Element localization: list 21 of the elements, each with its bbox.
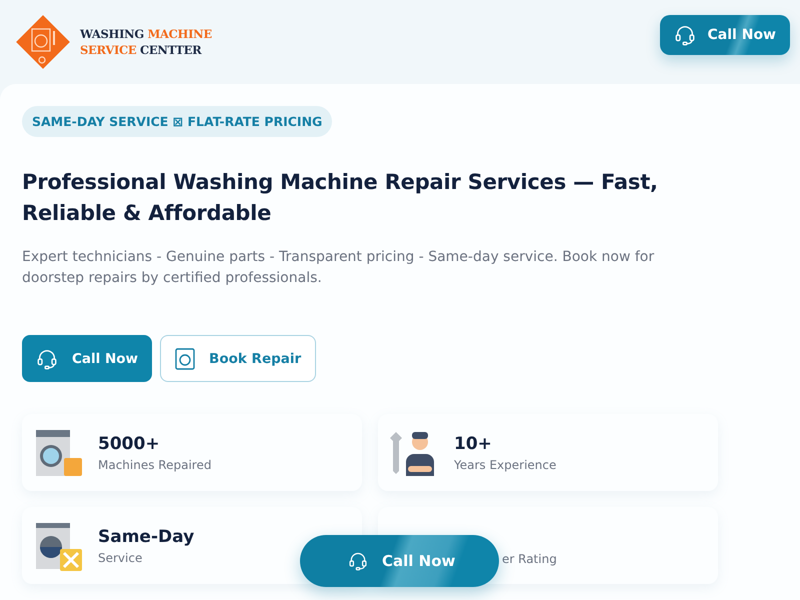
intro-text: Expert technicians - Genuine parts - Transparent pricing - Same-day service. Book now for doorstep repairs by certified professionals. xyxy=(22,248,656,288)
stat-value: Same-Day xyxy=(98,526,194,546)
stat-value: 10+ xyxy=(454,434,493,454)
stat-label: er Rating xyxy=(502,552,557,566)
call-button[interactable]: Call Now xyxy=(22,335,152,382)
washing-machine-icon xyxy=(34,428,84,478)
call-button[interactable]: Call Now xyxy=(660,15,790,55)
floating-call-button[interactable]: Call Now xyxy=(300,535,499,587)
page-heading: Professional Washing Machine Repair Services — Fast, Reliable & Affordable xyxy=(22,169,659,227)
badge: SAME-DAY SERVICE ⊠ FLAT-RATE PRICING xyxy=(22,106,332,137)
headset-icon xyxy=(674,24,696,46)
book-repair-button[interactable]: Book Repair xyxy=(160,335,316,382)
stat-label: Machines Repaired xyxy=(98,458,212,472)
washing-machine-icon xyxy=(175,348,196,370)
washing-machine-icon xyxy=(34,520,84,570)
stat-value: 5000+ xyxy=(98,434,161,454)
stat-label: Years Experience xyxy=(454,458,556,472)
headset-icon xyxy=(348,551,368,571)
logo-text: WASHING MACHINE SERVICE CENTTER xyxy=(80,26,212,58)
headset-icon xyxy=(36,348,58,370)
stat-label: Service xyxy=(98,550,144,564)
